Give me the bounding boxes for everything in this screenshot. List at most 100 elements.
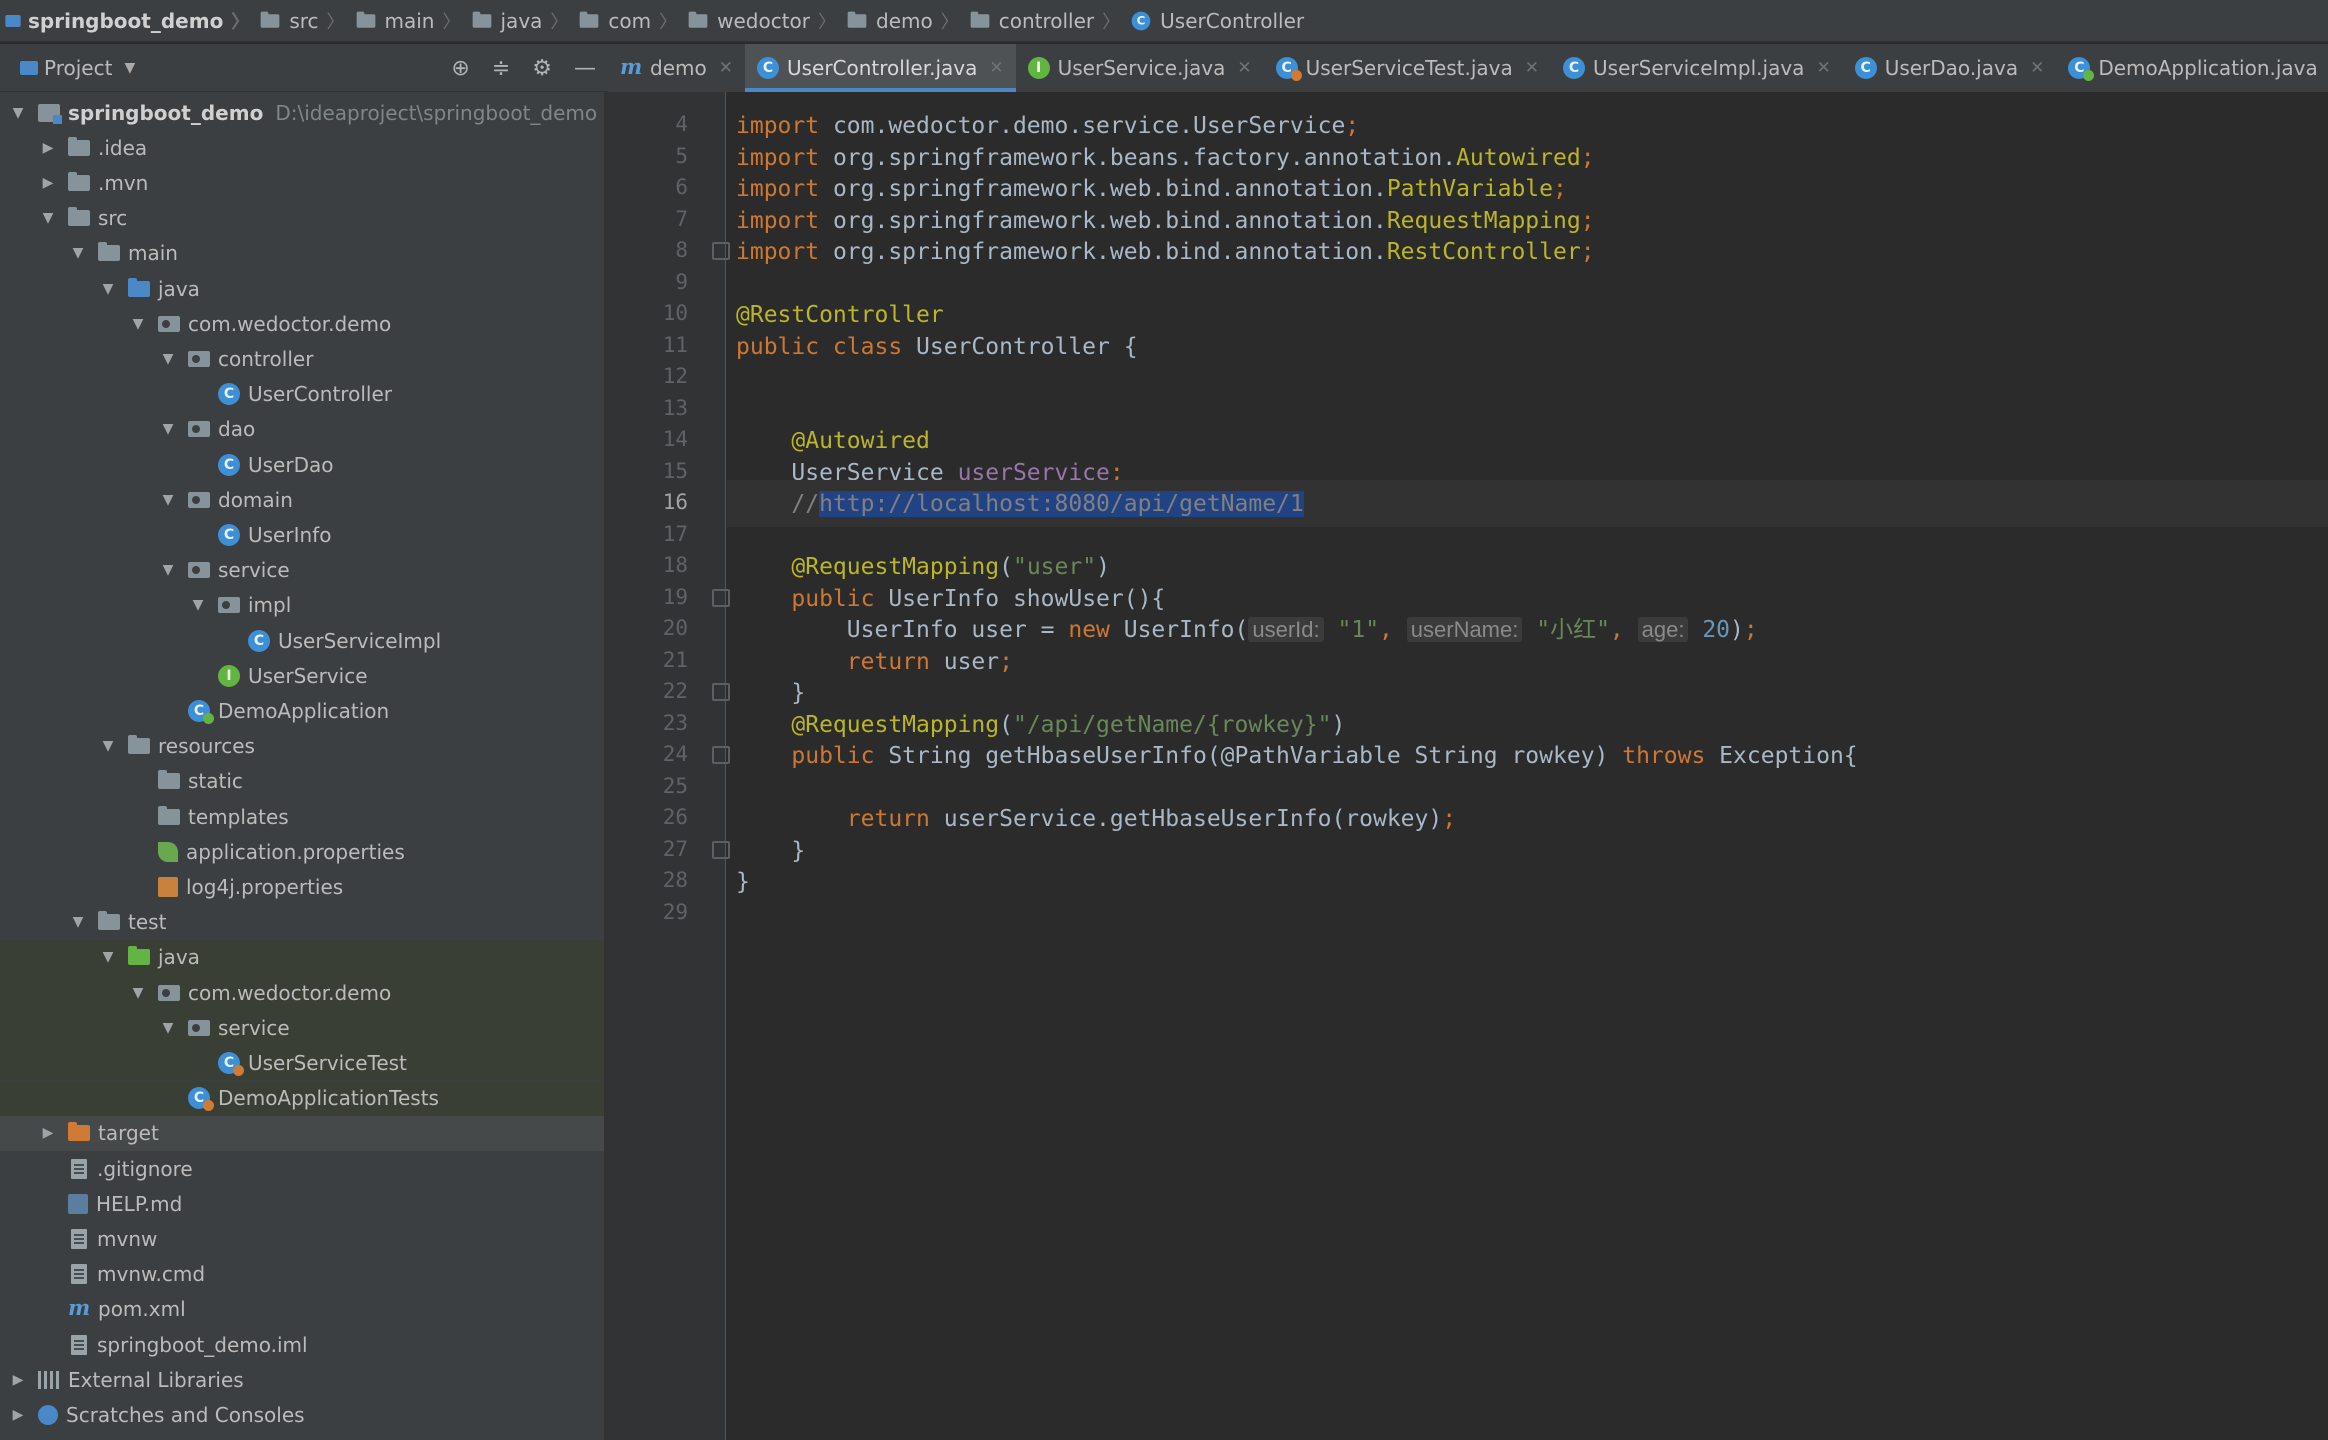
test-class-icon <box>1275 57 1302 81</box>
chevron-down-icon[interactable]: ▼ <box>124 60 135 76</box>
expand-arrow-icon[interactable]: ▼ <box>8 105 28 121</box>
tree-item[interactable]: ▼ impl <box>0 588 604 623</box>
editor-tab[interactable]: UserServiceImpl.java ✕ <box>1551 44 1843 92</box>
expand-arrow-icon[interactable]: ▼ <box>98 281 118 297</box>
editor-tab[interactable]: demo ✕ <box>608 44 745 92</box>
close-icon[interactable]: ✕ <box>719 58 733 78</box>
breadcrumb-item[interactable]: src 〉 <box>259 8 354 34</box>
tree-item[interactable]: UserInfo <box>0 517 604 552</box>
breadcrumb-item[interactable]: main 〉 <box>355 8 471 34</box>
tree-item[interactable]: ▼ dao <box>0 412 604 447</box>
expand-arrow-icon[interactable]: ▼ <box>158 351 178 367</box>
fold-marker-icon[interactable] <box>712 683 730 701</box>
tree-item[interactable]: HELP.md <box>0 1186 604 1221</box>
tree-item[interactable]: application.properties <box>0 834 604 869</box>
tree-item[interactable]: UserService <box>0 658 604 693</box>
tree-item[interactable]: UserServiceTest <box>0 1045 604 1081</box>
tree-item[interactable]: mvnw.cmd <box>0 1257 604 1292</box>
expand-arrow-icon[interactable]: ▼ <box>158 1020 178 1036</box>
fold-marker-icon[interactable] <box>712 242 730 260</box>
expand-arrow-icon[interactable]: ▼ <box>188 597 208 613</box>
fold-marker-icon[interactable] <box>712 746 730 764</box>
fold-marker-icon[interactable] <box>712 588 730 607</box>
tree-item[interactable]: ▶ External Libraries <box>0 1362 604 1397</box>
breadcrumb-item[interactable]: com 〉 <box>578 8 687 34</box>
package-icon <box>158 984 180 1001</box>
expand-arrow-icon[interactable]: ▼ <box>158 562 178 578</box>
tree-item[interactable]: ▼ test <box>0 905 604 940</box>
collapse-arrow-icon[interactable]: ▶ <box>38 140 58 156</box>
editor-tab[interactable]: UserService.java ✕ <box>1016 44 1264 92</box>
close-icon[interactable]: ✕ <box>2030 58 2044 78</box>
close-icon[interactable]: ✕ <box>1237 58 1251 78</box>
editor-tab[interactable]: UserController.java ✕ <box>744 44 1016 92</box>
tree-item[interactable]: ▼ com.wedoctor.demo <box>0 306 604 341</box>
close-icon[interactable]: ✕ <box>989 58 1003 78</box>
tree-item[interactable]: ▶ target <box>0 1115 604 1151</box>
expand-arrow-icon[interactable]: ▼ <box>38 210 58 226</box>
expand-arrow-icon[interactable]: ▼ <box>158 421 178 437</box>
minimize-icon[interactable]: — <box>574 56 596 81</box>
spring-app-class-icon <box>2068 57 2095 81</box>
tree-item[interactable]: springboot_demo.iml <box>0 1327 604 1362</box>
collapse-arrow-icon[interactable]: ▶ <box>38 175 58 191</box>
tree-item[interactable]: ▼ resources <box>0 729 604 764</box>
tree-item[interactable]: ▶ .idea <box>0 130 604 165</box>
gear-icon[interactable]: ⚙ <box>532 56 552 81</box>
fold-marker-icon[interactable] <box>712 840 730 859</box>
expand-arrow-icon[interactable]: ▼ <box>98 949 118 965</box>
tree-item[interactable]: static <box>0 764 604 799</box>
code-line: return userService.getHbaseUserInfo(rowk… <box>736 799 1456 839</box>
tree-item[interactable]: ▼ src <box>0 201 604 236</box>
expand-arrow-icon[interactable]: ▼ <box>128 985 148 1001</box>
breadcrumb-item[interactable]: controller 〉 <box>969 8 1130 34</box>
tree-item[interactable]: ▼ springboot_demo D:\ideaproject\springboo… <box>0 95 604 130</box>
breadcrumb-item[interactable]: wedoctor 〉 <box>687 8 846 34</box>
expand-arrow-icon[interactable]: ▼ <box>68 914 88 930</box>
tree-item-label: impl <box>248 593 292 618</box>
tree-item[interactable]: ▼ service <box>0 553 604 588</box>
tree-item[interactable]: templates <box>0 799 604 834</box>
locate-icon[interactable]: ⊕ <box>451 56 469 81</box>
breadcrumb-item[interactable]: demo 〉 <box>846 8 969 34</box>
tree-item[interactable]: UserDao <box>0 447 604 482</box>
expand-arrow-icon[interactable]: ▼ <box>158 492 178 508</box>
close-icon[interactable]: ✕ <box>1816 58 1830 78</box>
breadcrumb-item[interactable]: UserController <box>1130 9 1304 33</box>
tree-item[interactable]: mvnw <box>0 1221 604 1256</box>
tree-item[interactable]: DemoApplicationTests <box>0 1080 604 1116</box>
annotation-token: RequestMapping <box>1386 207 1581 234</box>
expand-arrow-icon[interactable]: ▼ <box>68 245 88 261</box>
tree-item-label: .gitignore <box>97 1156 193 1181</box>
editor-tab[interactable]: UserDao.java ✕ <box>1843 44 2057 92</box>
collapse-arrow-icon[interactable]: ▶ <box>38 1125 58 1141</box>
collapse-icon[interactable]: ≑ <box>492 56 510 81</box>
close-icon[interactable]: ✕ <box>1525 58 1539 78</box>
tree-item[interactable]: .gitignore <box>0 1151 604 1186</box>
project-view-selector[interactable]: Project <box>44 56 112 80</box>
breadcrumb-item[interactable]: springboot_demo 〉 <box>4 8 259 34</box>
tree-item[interactable]: ▶ .mvn <box>0 165 604 200</box>
tree-item[interactable]: DemoApplication <box>0 693 604 728</box>
collapse-arrow-icon[interactable]: ▶ <box>8 1372 28 1388</box>
tree-item[interactable]: pom.xml <box>0 1292 604 1327</box>
tree-item[interactable]: ▼ service <box>0 1010 604 1046</box>
tree-item[interactable]: ▼ main <box>0 236 604 271</box>
tree-item[interactable]: ▼ java <box>0 939 604 975</box>
expand-arrow-icon[interactable]: ▼ <box>98 738 118 754</box>
expand-arrow-icon[interactable]: ▼ <box>128 316 148 332</box>
tree-item-label: UserDao <box>248 452 334 477</box>
tree-item[interactable]: ▶ Scratches and Consoles <box>0 1397 604 1432</box>
breadcrumb-item[interactable]: java 〉 <box>471 8 579 34</box>
tree-item[interactable]: ▼ domain <box>0 482 604 517</box>
tree-item[interactable]: log4j.properties <box>0 869 604 904</box>
tree-item[interactable]: ▼ controller <box>0 341 604 376</box>
tree-item[interactable]: UserServiceImpl <box>0 623 604 658</box>
tree-item[interactable]: ▼ java <box>0 271 604 306</box>
editor-tab[interactable]: DemoApplication.java✕ <box>2056 44 2328 92</box>
tree-item[interactable]: UserController <box>0 377 604 412</box>
tree-item[interactable]: ▼ com.wedoctor.demo <box>0 975 604 1010</box>
collapse-arrow-icon[interactable]: ▶ <box>8 1407 28 1423</box>
editor-tab[interactable]: UserServiceTest.java ✕ <box>1264 44 1551 92</box>
